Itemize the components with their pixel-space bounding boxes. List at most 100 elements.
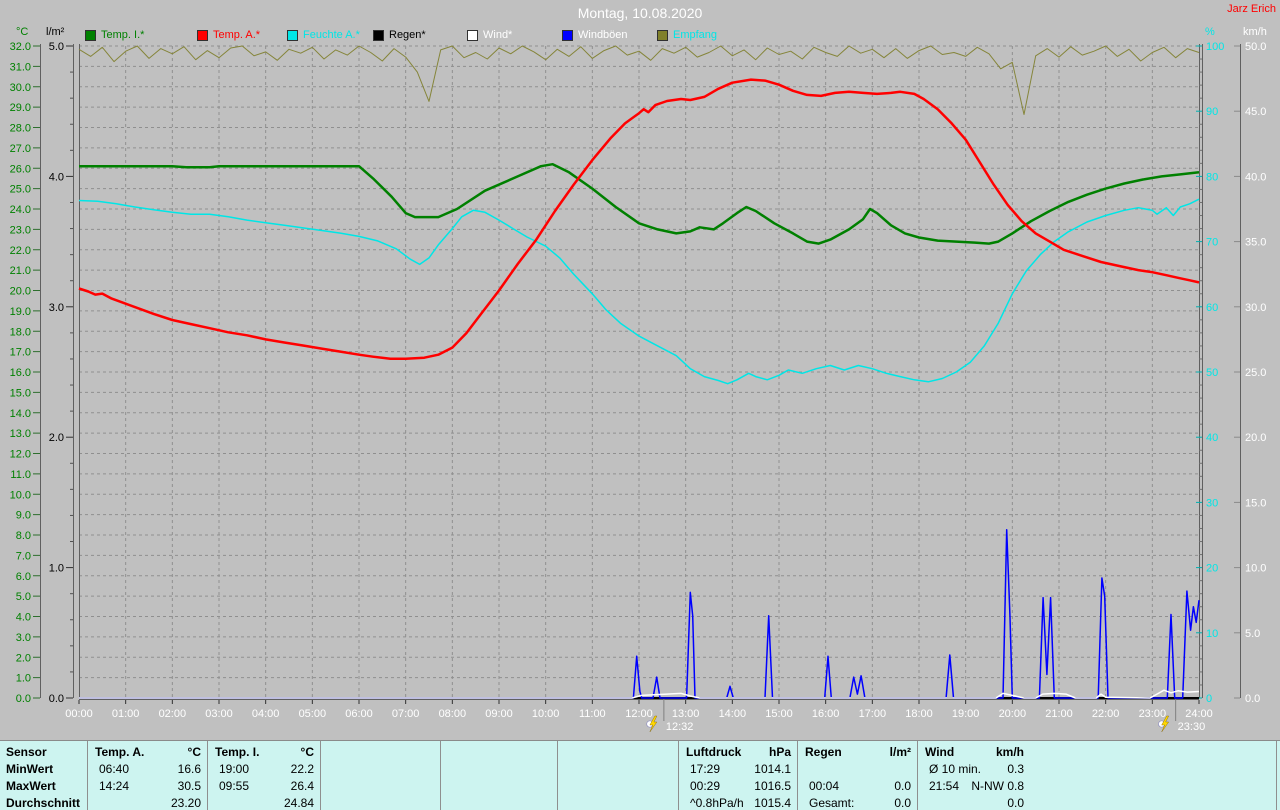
kmh-axis-tick-label: 45.0: [1245, 106, 1266, 118]
table-cell-value: 1014.1: [754, 761, 791, 776]
annotation-time-label: 23:30: [1178, 721, 1206, 733]
table-row: ^0.8hPa/h 1015.4: [679, 794, 797, 810]
x-axis-label: 04:00: [252, 708, 280, 720]
c-axis-tick-label: 23.0: [10, 224, 31, 236]
table-cell-value: N-NW 0.8: [971, 778, 1024, 793]
table-column-title: Luftdruck: [686, 744, 742, 759]
table-column-empty: [320, 741, 440, 810]
pct-axis-tick-label: 70: [1206, 237, 1218, 249]
kmh-axis-tick-label: 5.0: [1245, 628, 1260, 640]
table-cell-time: 19:00: [219, 761, 250, 776]
pct-axis-tick-label: 20: [1206, 563, 1218, 575]
series-empfang-line: [78, 45, 1200, 115]
table-column-luftdruck: Luftdruck hPa 17:29 1014.1 00:29 1016.5 ^0.8hP…: [678, 741, 797, 810]
c-axis-tick-label: 1.0: [16, 673, 31, 685]
pct-axis-tick-label: 50: [1206, 367, 1218, 379]
x-axis-label: 13:00: [672, 708, 700, 720]
x-axis-label: 21:00: [1045, 708, 1073, 720]
table-column-header-row: [441, 743, 557, 760]
table-row: 00:04 0.0: [798, 777, 917, 794]
kmh-axis-tick-label: 0.0: [1245, 693, 1260, 705]
x-axis-label: 12:00: [625, 708, 653, 720]
table-row: 09:55 26.4: [208, 777, 320, 794]
table-column-header-row: Luftdruck hPa: [679, 743, 797, 760]
table-cell-time: Ø 10 min.: [929, 761, 982, 776]
table-column-tempi: Temp. I. °C 19:00 22.2 09:55 26.4 24.84: [207, 741, 320, 810]
lm2-axis-tick-label: 2.0: [49, 432, 64, 444]
table-cell-time: ^0.8hPa/h: [690, 795, 744, 810]
kmh-axis-tick-label: 35.0: [1245, 237, 1266, 249]
lm2-axis-tick-label: 4.0: [49, 171, 64, 183]
table-cell-value: 1016.5: [754, 778, 791, 793]
table-cell-value: 0.0: [1007, 795, 1024, 810]
c-axis-tick-label: 16.0: [10, 367, 31, 379]
table-column-regen: Regen l/m² 00:04 0.0 Gesamt: 0.0: [797, 741, 917, 810]
table-column-wind: Wind km/h Ø 10 min. 0.3 21:54 N-NW 0.8 0.0: [917, 741, 1277, 810]
c-axis-tick-label: 27.0: [10, 143, 31, 155]
table-column-empty: [440, 741, 557, 810]
x-axis-label: 00:00: [65, 708, 93, 720]
table-row: 06:40 16.6: [88, 760, 207, 777]
table-row-header: MaxWert: [6, 778, 56, 793]
table-row: [321, 794, 440, 810]
table-row: [798, 760, 917, 777]
c-axis-tick-label: 29.0: [10, 102, 31, 114]
table-column-unit: l/m²: [889, 744, 911, 759]
table-cell-time: 21:54: [929, 778, 960, 793]
table-cell-value: 1015.4: [754, 795, 791, 810]
kmh-axis-tick-label: 25.0: [1245, 367, 1266, 379]
x-axis-label: 19:00: [952, 708, 980, 720]
pct-axis-tick-label: 80: [1206, 171, 1218, 183]
table-column-header-row: Wind km/h: [918, 743, 1030, 760]
table-cell-value: 30.5: [177, 778, 201, 793]
c-axis-tick-label: 14.0: [10, 408, 31, 420]
c-axis-tick-label: 4.0: [16, 612, 31, 624]
kmh-axis-tick-label: 20.0: [1245, 432, 1266, 444]
c-axis-tick-label: 17.0: [10, 347, 31, 359]
pct-axis-tick-label: 60: [1206, 302, 1218, 314]
table-column-unit: km/h: [995, 744, 1024, 759]
table-row: 19:00 22.2: [208, 760, 320, 777]
table-column-header-row: [321, 743, 440, 760]
table-column-header-row: [558, 743, 678, 760]
lm2-axis-tick-label: 1.0: [49, 563, 64, 575]
table-row: 23.20: [88, 794, 207, 810]
table-row-header: MinWert: [6, 761, 54, 776]
x-axis-label: 15:00: [765, 708, 793, 720]
c-axis-tick-label: 32.0: [10, 41, 31, 53]
c-axis-tick-label: 6.0: [16, 571, 31, 583]
table-row: [321, 760, 440, 777]
stats-table: Sensor MinWert MaxWert Durchschnitt Temp. A.…: [0, 740, 1280, 810]
c-axis-tick-label: 7.0: [16, 550, 31, 562]
pct-axis-tick-label: 100: [1206, 41, 1224, 53]
table-column-unit: hPa: [768, 744, 791, 759]
table-row: [441, 794, 557, 810]
c-axis-tick-label: 21.0: [10, 265, 31, 277]
table-row: Gesamt: 0.0: [798, 794, 917, 810]
c-axis-tick-label: 31.0: [10, 61, 31, 73]
table-column-title: Temp. I.: [215, 744, 260, 759]
table-row: 14:24 30.5: [88, 777, 207, 794]
x-axis-label: 24:00: [1185, 708, 1213, 720]
c-axis-tick-label: 8.0: [16, 530, 31, 542]
table-cell-time: 17:29: [690, 761, 721, 776]
table-row: [558, 777, 678, 794]
pct-axis-tick-label: 40: [1206, 432, 1218, 444]
x-axis-label: 07:00: [392, 708, 420, 720]
c-axis-tick-label: 22.0: [10, 245, 31, 257]
x-axis-label: 01:00: [112, 708, 140, 720]
table-column-title: Regen: [805, 744, 842, 759]
table-row: 17:29 1014.1: [679, 760, 797, 777]
x-axis-label: 10:00: [532, 708, 560, 720]
table-cell-value: 26.4: [290, 778, 314, 793]
table-cell-value: 0.0: [894, 778, 911, 793]
x-axis-label: 14:00: [719, 708, 747, 720]
table-row: [321, 777, 440, 794]
x-axis-label: 16:00: [812, 708, 840, 720]
weather-chart: 32.0 31.0 30.0 29.0 28.0 27.0 26.0 25.0 24.0 23.0…: [10, 41, 1267, 733]
table-cell-time: 06:40: [99, 761, 130, 776]
table-cell-value: 23.20: [170, 795, 201, 810]
c-axis-tick-label: 11.0: [10, 469, 31, 481]
kmh-axis-tick-label: 15.0: [1245, 497, 1266, 509]
table-column-tempa: Temp. A. °C 06:40 16.6 14:24 30.5 23.20: [87, 741, 207, 810]
